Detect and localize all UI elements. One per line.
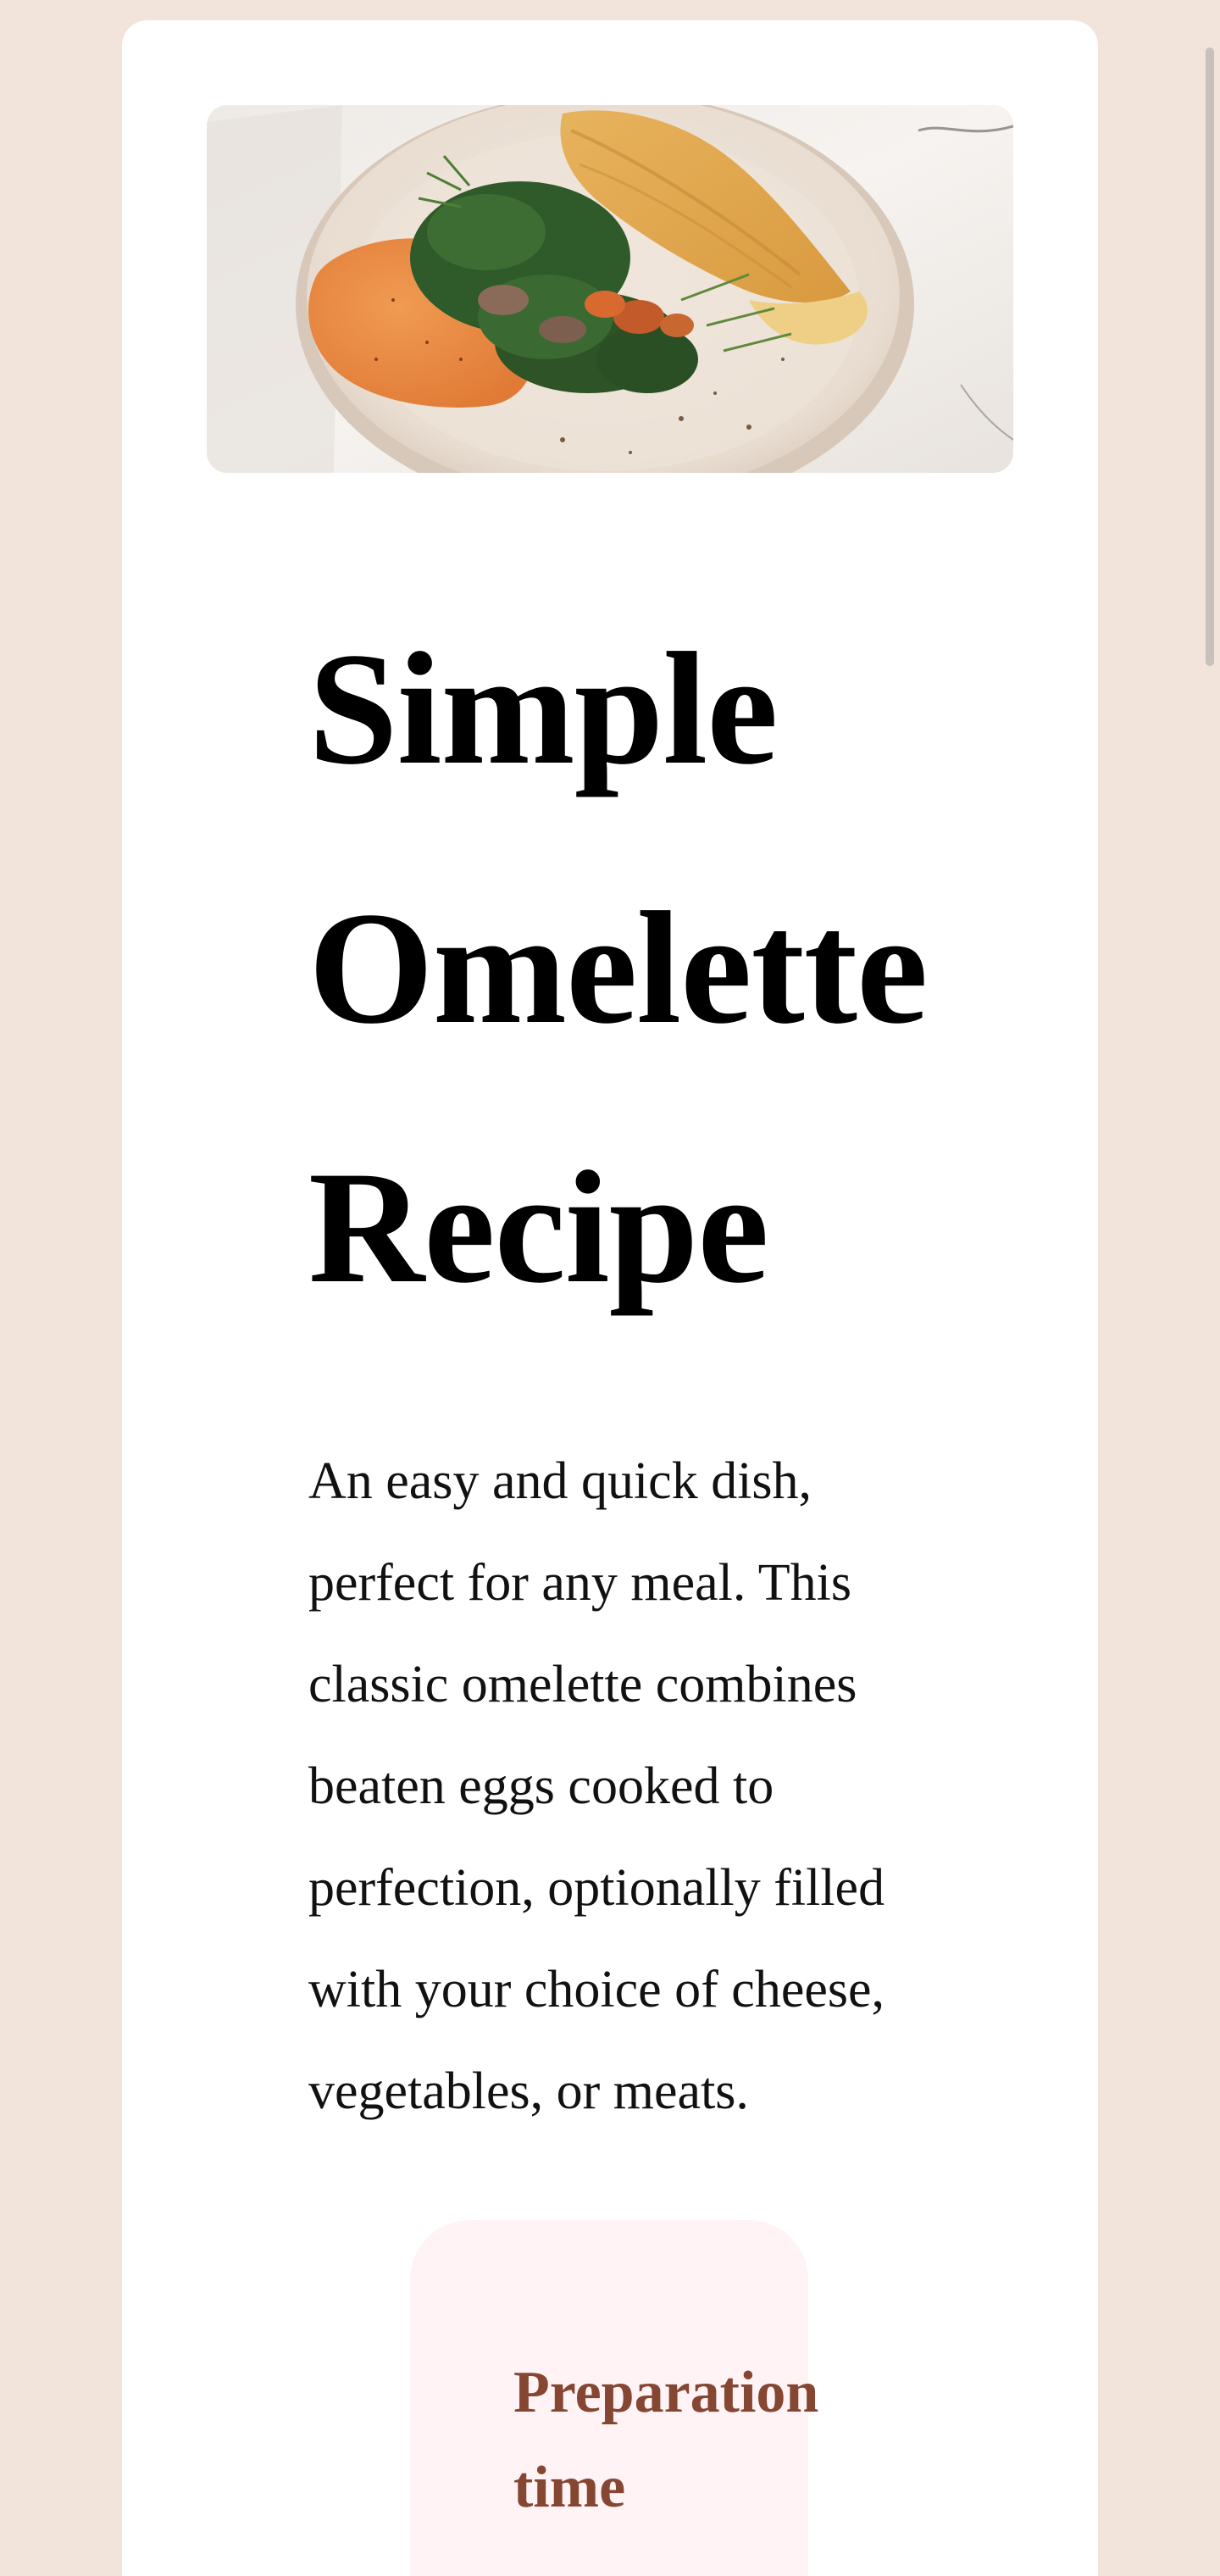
hero-image [207,105,1013,473]
recipe-title: Simple Omelette Recipe [308,620,928,1317]
recipe-card: Simple Omelette Recipe An easy and quick… [122,20,1098,2576]
scrollbar[interactable] [1200,0,1220,2576]
scrollbar-thumb[interactable] [1206,47,1214,666]
preparation-time-box: Preparation time [410,2220,818,2576]
preparation-time-heading: Preparation time [513,2360,819,2520]
recipe-description: An easy and quick dish, perfect for any … [308,1452,885,2120]
omelette-photo [207,105,1013,473]
